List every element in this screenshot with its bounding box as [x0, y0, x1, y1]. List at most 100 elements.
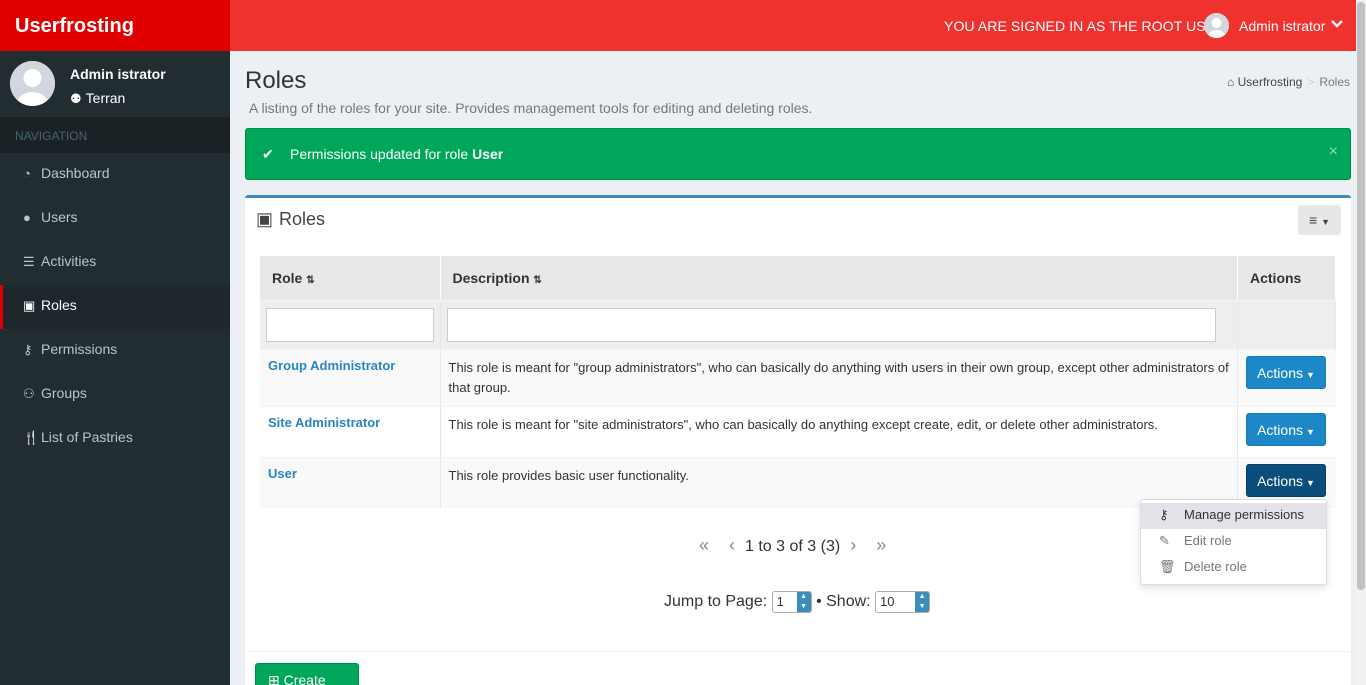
success-alert: ✔ Permissions updated for role User ×: [245, 128, 1351, 180]
sidebar-item-label: List of Pastries: [41, 429, 133, 445]
home-icon: ⌂: [1227, 75, 1235, 89]
bars-icon: ≡: [1309, 212, 1318, 228]
box-footer-divider: [245, 651, 1351, 652]
user-avatar[interactable]: [1204, 13, 1229, 38]
table-row: Group Administrator This role is meant f…: [260, 348, 1336, 406]
role-description: This role is meant for "group administra…: [440, 348, 1238, 406]
sidebar-item-label: Permissions: [41, 341, 118, 357]
show-label: • Show:: [816, 593, 871, 611]
role-filter-input[interactable]: [266, 307, 434, 342]
roles-table: Role ⇅ Description ⇅ Actions Group Admin…: [260, 256, 1336, 508]
chevron-down-icon[interactable]: [1331, 18, 1343, 33]
key-icon: ⚷: [1159, 507, 1169, 522]
sidebar-item-roles[interactable]: ▣ Roles: [0, 285, 230, 329]
actions-button-label: Actions: [1257, 421, 1303, 438]
page-select-value: 1: [776, 594, 784, 609]
actions-button[interactable]: Actions ▼: [1246, 412, 1326, 446]
page-select[interactable]: 1 ▲ ▼: [771, 591, 812, 613]
role-link[interactable]: Site Administrator: [268, 415, 380, 430]
first-page-icon[interactable]: «: [699, 535, 709, 555]
role-name-cell: Group Administrator: [260, 348, 441, 406]
menu-item-delete-role[interactable]: 🗑 Delete role: [1141, 555, 1326, 581]
pager-display: 1 to 3 of 3 (3): [745, 538, 841, 555]
box-tools-menu-button[interactable]: ≡ ▼: [1298, 205, 1341, 235]
id-card-icon: ▣: [23, 298, 36, 313]
alert-message: Permissions updated for role: [290, 146, 469, 162]
plus-square-icon: ⊞: [268, 672, 280, 685]
user-menu-name[interactable]: Admin istrator: [1239, 18, 1325, 34]
column-header-label: Role: [272, 269, 303, 286]
page-size-select[interactable]: 10 ▲ ▼: [875, 591, 931, 613]
pager-controls: Jump to Page: 1 ▲ ▼ • Show: 10 ▲ ▼: [664, 591, 931, 613]
sidebar: Admin istrator ⚉ Terran NAVIGATION ◔ Dashb…: [0, 51, 230, 685]
sidebar-item-groups[interactable]: ⚇ Groups: [0, 373, 230, 417]
table-row: Site Administrator This role is meant fo…: [260, 405, 1336, 457]
box-title: ▣ Roles: [256, 209, 325, 230]
role-link[interactable]: Group Administrator: [268, 358, 395, 373]
menu-item-label: Edit role: [1184, 533, 1232, 548]
actions-cell: Actions ▼: [1237, 348, 1336, 406]
sidebar-item-dashboard[interactable]: ◔ Dashboard: [0, 153, 230, 197]
sidebar-user-group-label: Terran: [85, 90, 126, 106]
caret-down-icon: ▼: [1306, 369, 1315, 380]
sidebar-item-users[interactable]: ● Users: [0, 197, 230, 241]
trash-icon: 🗑: [1159, 559, 1176, 574]
column-header-label: Description: [452, 269, 530, 286]
app-logo[interactable]: Userfrosting: [0, 0, 230, 51]
sidebar-item-list-of-pastries[interactable]: 🍴 List of Pastries: [0, 417, 230, 461]
sort-icon: ⇅: [533, 274, 542, 286]
alert-role-name: User: [472, 146, 504, 162]
previous-page-icon[interactable]: ‹: [729, 535, 735, 555]
spinner-icon: ▲ ▼: [796, 592, 811, 612]
nav-header: NAVIGATION: [0, 117, 230, 153]
actions-button[interactable]: Actions ▼: [1246, 355, 1326, 389]
role-name-cell: Site Administrator: [260, 405, 441, 457]
filter-cell: [440, 299, 1238, 349]
role-name-cell: User: [260, 456, 441, 508]
sidebar-item-label: Dashboard: [41, 165, 110, 181]
sidebar-item-label: Users: [41, 209, 78, 225]
menu-item-manage-permissions[interactable]: ⚷ Manage permissions: [1141, 503, 1326, 529]
caret-down-icon: ▼: [1321, 217, 1330, 227]
sidebar-item-label: Roles: [41, 297, 77, 313]
id-card-icon: ▣: [256, 209, 274, 229]
signed-in-notice: YOU ARE SIGNED IN AS THE ROOT USER: [944, 18, 1226, 34]
spinner-icon: ▲ ▼: [915, 592, 930, 612]
sidebar-user-name: Admin istrator: [70, 66, 166, 82]
column-header-role[interactable]: Role ⇅: [260, 256, 441, 300]
role-description: This role is meant for "site administrat…: [440, 405, 1238, 457]
top-navbar: YOU ARE SIGNED IN AS THE ROOT USER Admin…: [230, 0, 1356, 51]
page-size-value: 10: [880, 594, 895, 609]
close-icon[interactable]: ×: [1329, 143, 1338, 161]
actions-button[interactable]: Actions ▼: [1246, 463, 1326, 497]
menu-item-label: Delete role: [1184, 559, 1247, 574]
edit-icon: ✎: [1159, 533, 1170, 548]
sidebar-item-activities[interactable]: ☰ Activities: [0, 241, 230, 285]
menu-item-edit-role[interactable]: ✎ Edit role: [1141, 529, 1326, 555]
role-description: This role provides basic user functional…: [440, 456, 1238, 508]
filter-cell: [260, 299, 441, 349]
sidebar-user-group: ⚉ Terran: [70, 90, 125, 107]
column-header-actions: Actions: [1237, 256, 1336, 300]
breadcrumb-home[interactable]: Userfrosting: [1238, 75, 1303, 89]
sidebar-item-permissions[interactable]: ⚷ Permissions: [0, 329, 230, 373]
sidebar-user-panel: Admin istrator ⚉ Terran: [0, 51, 230, 117]
caret-down-icon: ▼: [1306, 426, 1315, 437]
users-icon: ⚇: [23, 386, 35, 401]
box-title-label: Roles: [279, 209, 326, 229]
last-page-icon[interactable]: »: [876, 535, 886, 555]
next-page-icon[interactable]: ›: [850, 535, 856, 555]
column-header-label: Actions: [1250, 269, 1302, 286]
sidebar-item-label: Activities: [41, 253, 97, 269]
description-filter-input[interactable]: [446, 307, 1216, 342]
page-title: Roles: [245, 67, 307, 94]
create-role-button[interactable]: ⊞ Create role: [255, 663, 359, 685]
scrollbar-thumb[interactable]: [1357, 2, 1365, 590]
column-header-description[interactable]: Description ⇅: [440, 256, 1238, 300]
group-icon: ⚉: [70, 91, 82, 106]
check-icon: ✔: [262, 146, 274, 162]
role-link[interactable]: User: [268, 466, 297, 481]
breadcrumb-current: Roles: [1319, 75, 1350, 89]
page-scrollbar[interactable]: [1356, 0, 1366, 685]
breadcrumb-separator: >: [1307, 75, 1315, 89]
